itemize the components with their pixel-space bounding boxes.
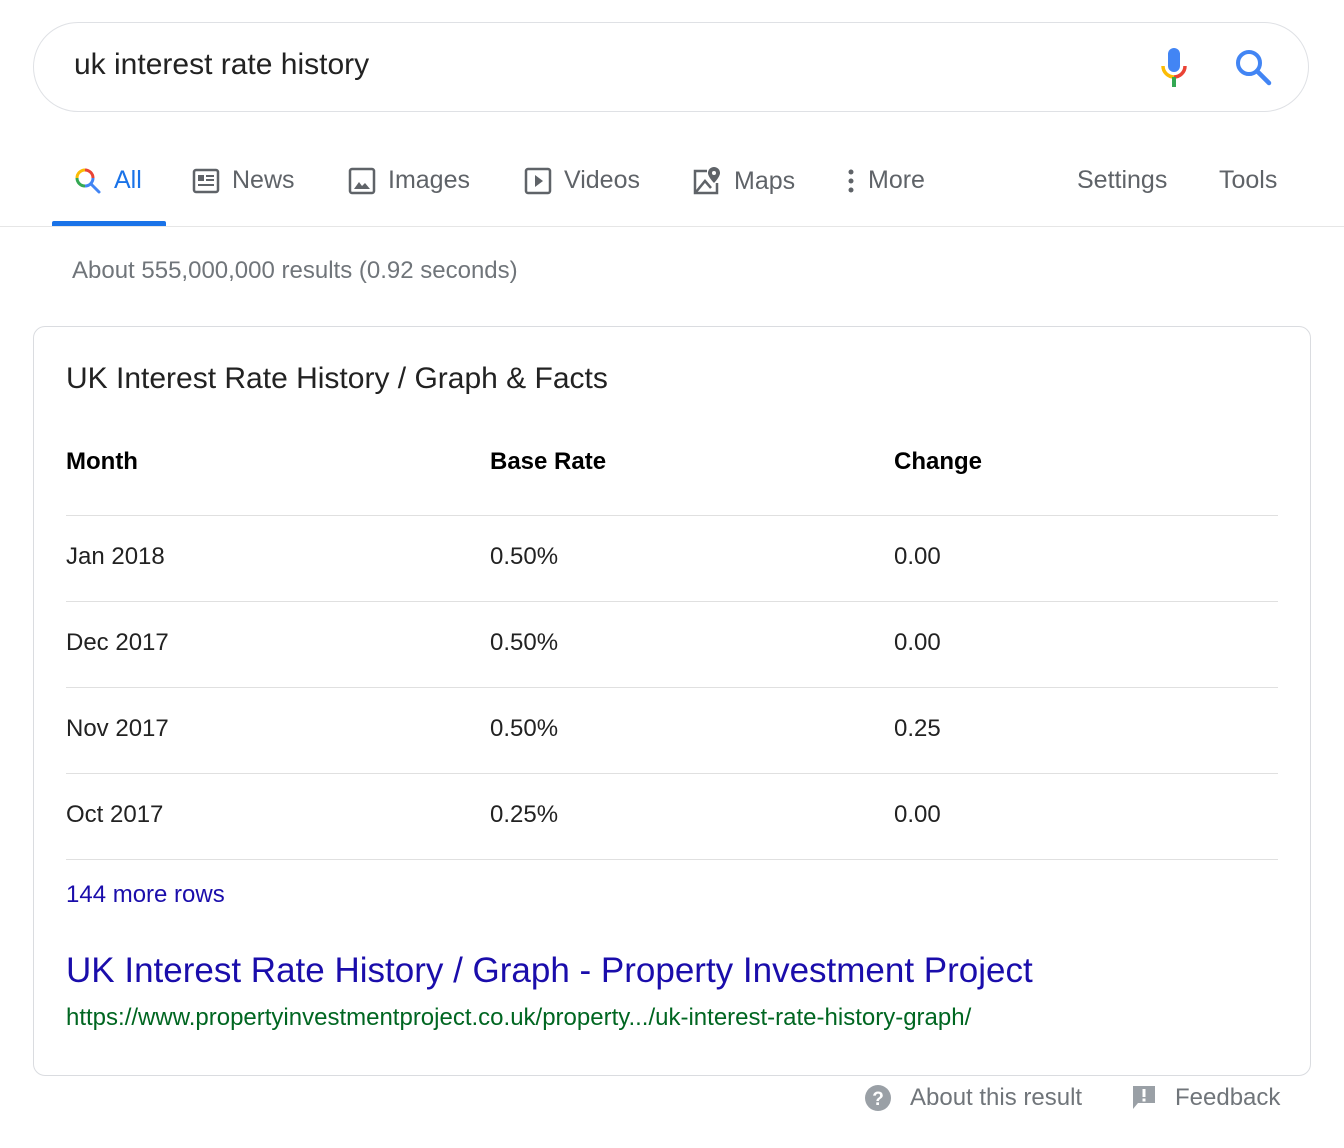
table-cell: 0.25 xyxy=(894,715,941,742)
tab-all[interactable]: All xyxy=(74,166,142,195)
tab-label: All xyxy=(114,166,142,194)
newspaper-icon xyxy=(192,168,220,193)
column-header-change: Change xyxy=(894,448,983,475)
row-divider xyxy=(66,859,1278,860)
snippet-title: UK Interest Rate History / Graph & Facts xyxy=(66,362,608,395)
search-icon[interactable] xyxy=(1234,48,1272,86)
tab-label: News xyxy=(232,166,295,194)
tab-maps[interactable]: Maps xyxy=(692,166,795,196)
tab-news[interactable]: News xyxy=(192,166,295,195)
tab-images[interactable]: Images xyxy=(348,166,470,195)
settings-label: Settings xyxy=(1077,166,1168,194)
row-divider xyxy=(66,515,1278,516)
tools-button[interactable]: Tools xyxy=(1219,166,1277,195)
vertical-dots-icon xyxy=(848,169,854,192)
result-stats: About 555,000,000 results (0.92 seconds) xyxy=(72,257,518,284)
row-divider xyxy=(66,601,1278,602)
table-cell: 0.00 xyxy=(894,629,941,656)
tab-label: More xyxy=(868,166,925,194)
more-rows-link[interactable]: 144 more rows xyxy=(66,881,225,909)
divider xyxy=(0,226,1344,227)
about-this-result[interactable]: ? About this result xyxy=(864,1084,1082,1112)
table-cell: Nov 2017 xyxy=(66,715,169,742)
feedback-icon xyxy=(1133,1086,1155,1109)
tab-videos[interactable]: Videos xyxy=(524,166,640,195)
tab-label: Maps xyxy=(734,166,796,195)
table-cell: 0.50% xyxy=(490,629,559,656)
feedback-label: Feedback xyxy=(1175,1084,1281,1111)
play-icon xyxy=(524,167,552,194)
column-header-base-rate: Base Rate xyxy=(490,448,607,475)
tools-label: Tools xyxy=(1219,166,1278,194)
row-divider xyxy=(66,687,1278,688)
table-cell: Oct 2017 xyxy=(66,801,164,828)
search-icon xyxy=(75,168,101,193)
search-input[interactable]: uk interest rate history xyxy=(74,48,369,82)
about-label: About this result xyxy=(910,1084,1083,1111)
svg-text:?: ? xyxy=(872,1089,884,1110)
feedback-button[interactable]: Feedback xyxy=(1131,1084,1280,1112)
table-cell: Jan 2018 xyxy=(66,543,165,570)
table-cell: 0.00 xyxy=(894,543,941,570)
map-pin-icon xyxy=(693,167,720,195)
column-header-month: Month xyxy=(66,448,138,475)
settings-button[interactable]: Settings xyxy=(1077,166,1167,195)
image-icon xyxy=(348,167,376,194)
tab-label: Images xyxy=(388,166,470,194)
table-cell: 0.25% xyxy=(490,801,559,828)
table-cell: 0.50% xyxy=(490,543,559,570)
table-cell: 0.50% xyxy=(490,715,559,742)
row-divider xyxy=(66,773,1278,774)
microphone-icon[interactable] xyxy=(1160,46,1188,90)
tab-label: Videos xyxy=(564,166,640,194)
tab-more[interactable]: More xyxy=(846,166,925,195)
result-url[interactable]: https://www.propertyinvestmentproject.co… xyxy=(66,1004,971,1032)
help-icon: ? xyxy=(865,1085,891,1111)
table-cell: 0.00 xyxy=(894,801,941,828)
table-cell: Dec 2017 xyxy=(66,629,169,656)
result-title-link[interactable]: UK Interest Rate History / Graph - Prope… xyxy=(66,951,1033,991)
